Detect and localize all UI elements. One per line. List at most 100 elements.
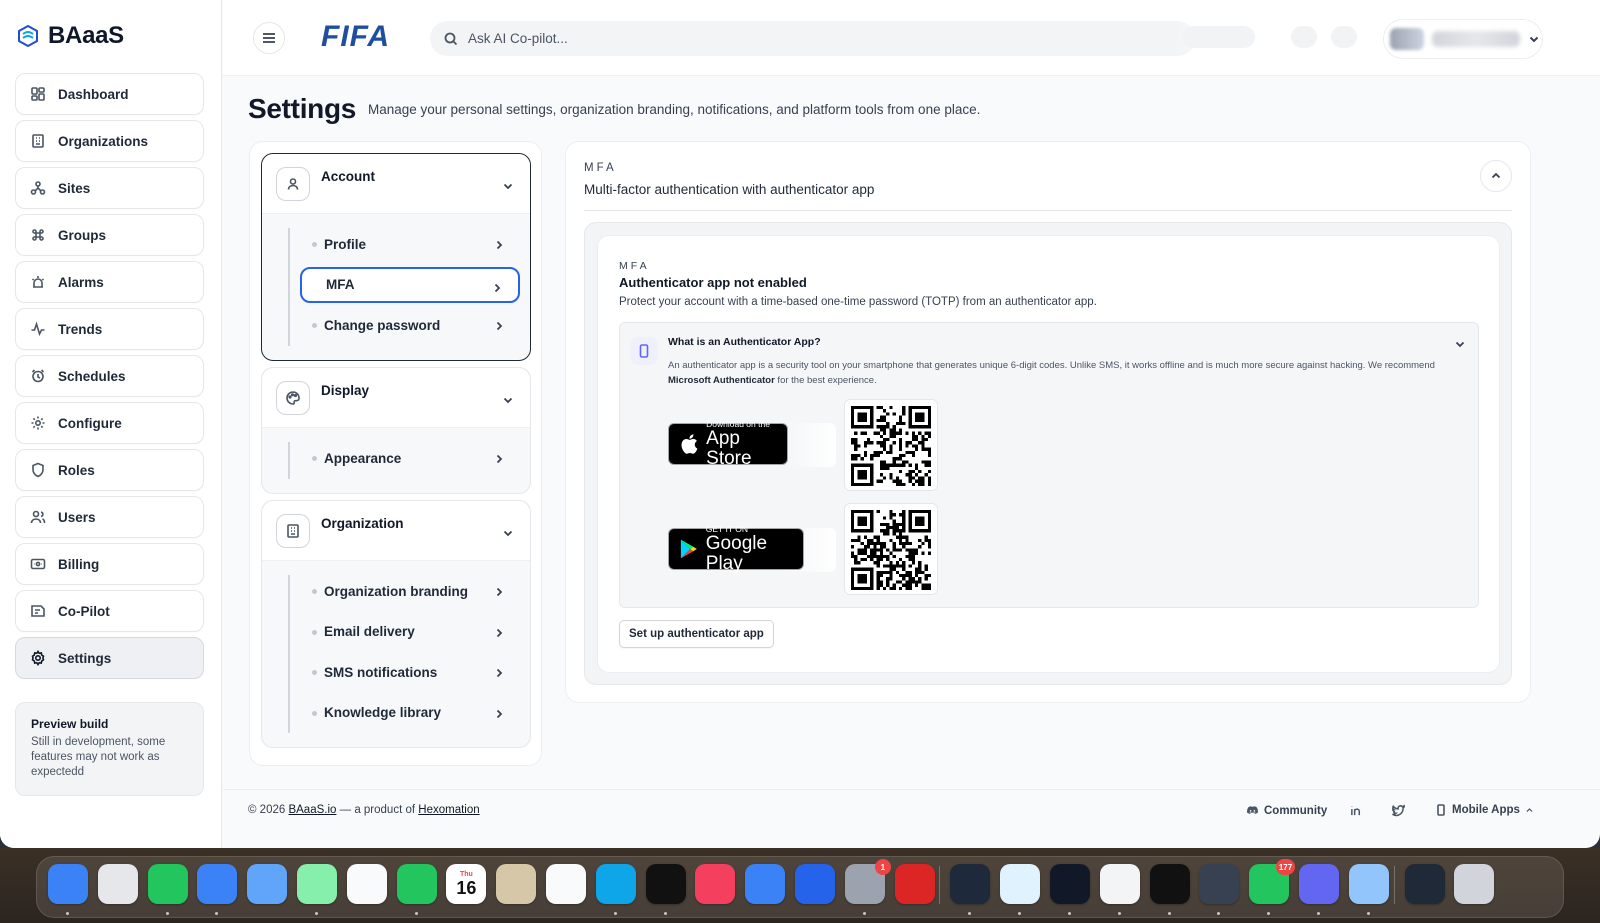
accordion-toggle[interactable] [1454, 337, 1466, 355]
footer: © 2026 BAaaS.io — a product of Hexomatio… [223, 789, 1600, 831]
menu-toggle-button[interactable] [253, 22, 285, 54]
header-obscured-control[interactable] [1183, 26, 1255, 48]
dock-app-figma-like[interactable] [1149, 864, 1190, 904]
apple-icon [681, 434, 698, 454]
settings-item-knowledge-library[interactable]: Knowledge library [300, 695, 520, 731]
dock-app-freeform[interactable] [595, 864, 636, 904]
qr-code-graphic [851, 406, 931, 486]
settings-item-mfa[interactable]: MFA [300, 266, 520, 303]
dock-app-sublime[interactable] [1199, 864, 1240, 904]
dock-app-terminal[interactable] [1050, 864, 1090, 904]
dock-app-finder[interactable] [48, 864, 88, 904]
chevron-right-icon [494, 666, 504, 678]
preview-title: Preview build [31, 717, 109, 731]
dock-app-calendar[interactable]: Thu 16 [446, 864, 487, 904]
sidebar-item-label: Organizations [58, 133, 149, 149]
settings-group-header-account[interactable]: Account [262, 154, 530, 214]
copilot-icon [31, 605, 45, 617]
accordion-title[interactable]: What is an Authenticator App? [668, 336, 821, 348]
sidebar-item-groups[interactable]: Groups [15, 214, 204, 256]
app-store-badge[interactable]: Download on the App Store [668, 419, 788, 468]
copilot-search-input[interactable] [468, 31, 1148, 46]
dock-app-xcode-tools[interactable] [1000, 864, 1041, 904]
dock-app-keynote[interactable] [745, 864, 786, 904]
dock-app-maps[interactable] [297, 864, 337, 904]
sidebar-item-co-pilot[interactable]: Co-Pilot [15, 590, 204, 632]
sidebar-item-roles[interactable]: Roles [15, 449, 204, 491]
chevron-up-icon [1526, 807, 1533, 812]
sidebar-item-configure[interactable]: Configure [15, 402, 204, 444]
dock-app-acrobat[interactable] [894, 864, 935, 904]
sidebar-item-billing[interactable]: Billing [15, 543, 204, 585]
header-obscured-control[interactable] [1291, 26, 1317, 48]
sidebar-item-schedules[interactable]: Schedules [15, 355, 204, 397]
settings-menu: Account Profile MFA Change password Disp… [249, 141, 542, 766]
dock-app-teams[interactable] [1299, 864, 1339, 904]
dock-app-photos[interactable] [346, 864, 387, 904]
dock-app-chrome[interactable] [1099, 864, 1140, 904]
settings-item-sms-notifications[interactable]: SMS notifications [300, 654, 520, 690]
settings-group-display: Display Appearance [261, 367, 531, 494]
baaas-link[interactable]: BAaaS.io [288, 804, 336, 816]
brand[interactable]: BAaaS [16, 22, 124, 50]
sidebar-item-users[interactable]: Users [15, 496, 204, 538]
dock-app-device[interactable] [1404, 864, 1445, 904]
settings-item-organization-branding[interactable]: Organization branding [300, 573, 520, 609]
search-icon [444, 32, 458, 45]
collapse-section-button[interactable] [1480, 160, 1512, 192]
settings-item-change-password[interactable]: Change password [300, 307, 520, 343]
dock-app-launchpad[interactable] [97, 864, 138, 904]
settings-group-label: Account [321, 169, 375, 184]
dock-app-whatsapp[interactable]: 177 [1249, 859, 1296, 904]
sidebar-item-label: Settings [58, 650, 112, 666]
linkedin-link[interactable] [1350, 804, 1363, 817]
sites-icon [30, 181, 46, 195]
copilot-search-bar[interactable] [430, 21, 1195, 56]
dock-app-vectornator[interactable] [950, 864, 991, 904]
dock-app-disk-utility[interactable] [1348, 864, 1389, 904]
settings-group-header-display[interactable]: Display [262, 368, 530, 428]
settings-item-profile[interactable]: Profile [300, 226, 520, 262]
avatar [1390, 28, 1424, 50]
settings-item-label: Appearance [324, 450, 402, 466]
dock-app-system-settings[interactable]: 1 [844, 859, 891, 904]
sidebar-item-label: Roles [58, 462, 95, 478]
settings-group-account: Account Profile MFA Change password [261, 153, 531, 361]
header-obscured-control[interactable] [1331, 26, 1357, 48]
chevron-right-icon [494, 238, 504, 250]
dock-app-app-store[interactable] [795, 864, 835, 904]
settings-item-label: Email delivery [324, 624, 415, 639]
sidebar-item-label: Sites [58, 180, 91, 196]
sidebar-item-alarms[interactable]: Alarms [15, 261, 204, 303]
mobile-apps-menu[interactable]: Mobile Apps [1435, 804, 1534, 816]
dock-app-mail[interactable] [247, 864, 288, 904]
settings-group-items: Appearance [262, 428, 530, 493]
user-menu-button[interactable] [1383, 19, 1543, 59]
settings-item-appearance[interactable]: Appearance [300, 440, 520, 476]
setup-authenticator-button[interactable]: Set up authenticator app [619, 620, 774, 648]
dock-app-facetime[interactable] [396, 864, 437, 904]
sidebar-item-label: Alarms [58, 274, 104, 290]
dock-app-contacts[interactable] [496, 864, 537, 904]
dock-app-trash[interactable] [1454, 864, 1495, 904]
sidebar-item-sites[interactable]: Sites [15, 167, 204, 209]
dock-app-reminders[interactable] [546, 864, 586, 904]
dock-app-music[interactable] [695, 864, 736, 904]
dock-app-safari[interactable] [197, 864, 238, 904]
community-link[interactable]: Community [1246, 804, 1327, 817]
settings-item-email-delivery[interactable]: Email delivery [300, 614, 520, 650]
hexomation-link[interactable]: Hexomation [418, 804, 479, 816]
twitter-link[interactable] [1392, 804, 1407, 817]
sidebar-item-settings[interactable]: Settings [15, 637, 204, 679]
settings-group-header-organization[interactable]: Organization [262, 501, 530, 561]
sidebar-item-label: Schedules [58, 368, 126, 384]
sidebar-item-organizations[interactable]: Organizations [15, 120, 204, 162]
settings-item-label: Change password [324, 317, 441, 333]
google-play-badge[interactable]: GET IT ON Google Play [668, 524, 804, 573]
dock-app-tv[interactable] [645, 864, 686, 904]
sidebar-item-dashboard[interactable]: Dashboard [15, 73, 204, 115]
badge-big-text: Google Play [705, 532, 768, 574]
sidebar-item-trends[interactable]: Trends [15, 308, 204, 350]
dock-app-messages[interactable] [147, 864, 188, 904]
settings-group-organization: Organization Organization branding Email… [261, 500, 531, 748]
